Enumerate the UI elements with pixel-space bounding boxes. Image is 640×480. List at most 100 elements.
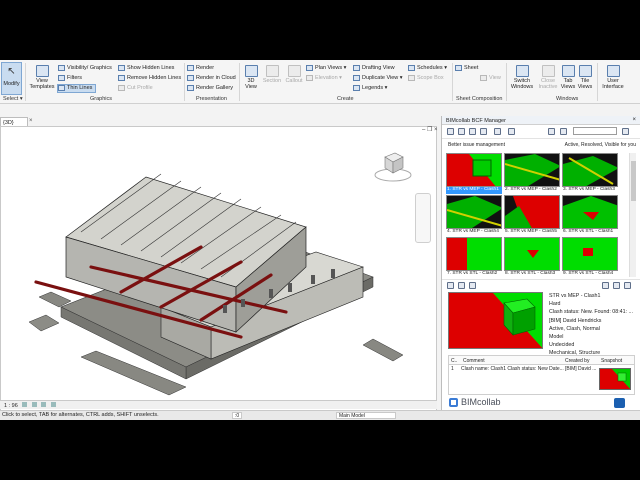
filters-button[interactable]: Filters xyxy=(58,75,82,81)
show-hidden-lines-button[interactable]: Show Hidden Lines xyxy=(118,65,174,71)
switch-windows-label: Switch Windows xyxy=(510,78,534,90)
detail-level-icon[interactable] xyxy=(22,402,28,407)
ribbon-divider xyxy=(239,63,240,101)
view-templates-icon xyxy=(35,65,49,77)
issue-thumbnail[interactable]: 1. STR vs MEP - Clash1 xyxy=(446,153,502,194)
remove-hidden-lines-button[interactable]: Remove Hidden Lines xyxy=(118,75,181,81)
render-gallery-button[interactable]: Render Gallery xyxy=(187,85,233,91)
plan-views-button[interactable]: Plan Views ▾ xyxy=(306,65,346,71)
render-gallery-label: Render Gallery xyxy=(196,85,233,91)
drafting-icon xyxy=(353,65,360,71)
elevation-button[interactable]: Elevation ▾ xyxy=(306,75,342,81)
issue-thumbnail[interactable]: 7. STR vs STL - Clash2 xyxy=(446,237,502,278)
refresh-icon[interactable] xyxy=(508,128,515,135)
schedules-button[interactable]: Schedules ▾ xyxy=(408,65,447,71)
issue-milestone: Undecided xyxy=(549,342,575,349)
visibility-label: Visibility/ Graphics xyxy=(67,65,112,71)
viewcube-icon[interactable] xyxy=(373,145,413,187)
previous-icon[interactable] xyxy=(447,282,454,289)
thumbnail-scrollbar[interactable] xyxy=(629,153,636,277)
bcf-filter-status[interactable]: Active, Resolved, Visible for you xyxy=(565,142,636,148)
sheet-button[interactable]: Sheet xyxy=(455,65,478,71)
main-model-select[interactable]: Main Model xyxy=(336,412,396,419)
3d-viewport[interactable] xyxy=(0,126,437,416)
col-snapshot[interactable]: Snapshot xyxy=(601,358,622,364)
issue-thumbnail[interactable]: 3. STR vs MEP - Clash3 xyxy=(562,153,618,194)
sync-icon[interactable] xyxy=(494,128,501,135)
search-input[interactable] xyxy=(573,127,617,135)
filter-icon[interactable] xyxy=(560,128,567,135)
open-file-icon[interactable] xyxy=(458,128,465,135)
legends-button[interactable]: Legends ▾ xyxy=(353,85,387,91)
scope-box-icon xyxy=(408,75,415,81)
cloud-icon xyxy=(187,75,194,81)
windows-group-label: Windows xyxy=(556,96,579,102)
close-inactive-button[interactable]: Close Inactive xyxy=(537,65,559,90)
comment-snapshot[interactable] xyxy=(599,368,631,390)
scale-label[interactable]: 1 : 96 xyxy=(4,403,18,409)
view-button[interactable]: View xyxy=(480,75,501,81)
issue-title[interactable]: STR vs MEP - Clash1 xyxy=(549,292,633,300)
shadows-icon[interactable] xyxy=(50,402,56,407)
bcf-toolbar xyxy=(442,125,640,139)
section-box-icon[interactable] xyxy=(469,282,476,289)
issue-label: 1. STR vs MEP - Clash1 xyxy=(446,187,502,194)
thin-lines-button[interactable]: Thin Lines xyxy=(58,85,92,91)
grid-view-icon[interactable] xyxy=(548,128,555,135)
save-icon[interactable] xyxy=(469,128,476,135)
section-button[interactable]: Section xyxy=(262,65,282,84)
issue-thumbnail[interactable]: 4. STR vs MEP - Clash4 xyxy=(446,195,502,236)
issue-thumbnail[interactable]: 5. STR vs MEP - Clash5 xyxy=(504,195,560,236)
add-comment-icon[interactable] xyxy=(613,282,620,289)
user-interface-button[interactable]: User Interface xyxy=(600,65,626,90)
modify-button[interactable]: ↖ Modify xyxy=(1,62,22,95)
selected-issue-snapshot[interactable] xyxy=(448,292,543,349)
comment-number: 1 xyxy=(451,366,454,372)
col-comment[interactable]: Comment xyxy=(463,358,485,364)
zoom-icon[interactable] xyxy=(458,282,465,289)
col-created-by[interactable]: Created by xyxy=(565,358,589,364)
clash-render xyxy=(447,154,501,186)
snapshot-render xyxy=(600,369,630,389)
close-icon[interactable]: × xyxy=(632,117,636,123)
scrollbar-thumb[interactable] xyxy=(631,161,636,201)
search-icon[interactable] xyxy=(622,128,629,135)
tab-views-button[interactable]: Tab Views xyxy=(560,65,576,90)
view-window-controls[interactable]: – ❐ × xyxy=(422,126,438,133)
render-button[interactable]: Render xyxy=(187,65,214,71)
close-tab-icon[interactable]: × xyxy=(29,118,33,124)
issue-thumbnail[interactable]: 8. STR vs STL - Clash3 xyxy=(504,237,560,278)
switch-windows-button[interactable]: Switch Windows xyxy=(508,65,536,90)
cut-profile-button[interactable]: Cut Profile xyxy=(118,85,153,91)
callout-button[interactable]: Callout xyxy=(284,65,304,84)
edit-icon[interactable] xyxy=(602,282,609,289)
export-icon[interactable] xyxy=(480,128,487,135)
duplicate-view-button[interactable]: Duplicate View ▾ xyxy=(353,75,403,81)
more-icon[interactable] xyxy=(624,282,631,289)
col-c[interactable]: C.. xyxy=(451,358,457,364)
comment-text: Clash name: Clash1 Clash status: New Dat… xyxy=(461,366,564,372)
issue-thumbnail[interactable]: 2. STR vs MEP - Clash2 xyxy=(504,153,560,194)
select-dropdown[interactable]: Select ▾ xyxy=(3,96,23,102)
visibility-graphics-button[interactable]: Visibility/ Graphics xyxy=(58,65,112,71)
navigation-bar[interactable] xyxy=(415,193,431,243)
issue-thumbnail[interactable]: 6. STR vs STL - Clash1 xyxy=(562,195,618,236)
issue-thumbnail[interactable]: 9. STR vs STL - Clash4 xyxy=(562,237,618,278)
render-label: Render xyxy=(196,65,215,71)
drafting-view-button[interactable]: Drafting View xyxy=(353,65,395,71)
bimcollab-logo-icon xyxy=(449,397,458,407)
tile-views-button[interactable]: Tile Views xyxy=(577,65,593,90)
teapot-icon xyxy=(187,65,194,71)
issue-snapshot xyxy=(562,237,618,271)
sun-path-icon[interactable] xyxy=(41,402,47,407)
visual-style-icon[interactable] xyxy=(31,402,37,407)
new-issue-icon[interactable] xyxy=(447,128,454,135)
connection-status-icon[interactable] xyxy=(614,398,625,408)
scope-box-button[interactable]: Scope Box xyxy=(408,75,444,81)
3d-view-button[interactable]: 3D View xyxy=(242,65,260,90)
issue-label: 2. STR vs MEP - Clash2 xyxy=(505,187,557,192)
issue-priority: Hard xyxy=(549,301,561,308)
view-templates-button[interactable]: View Templates xyxy=(28,65,56,90)
schedule-icon xyxy=(408,65,415,71)
render-cloud-button[interactable]: Render in Cloud xyxy=(187,75,236,81)
